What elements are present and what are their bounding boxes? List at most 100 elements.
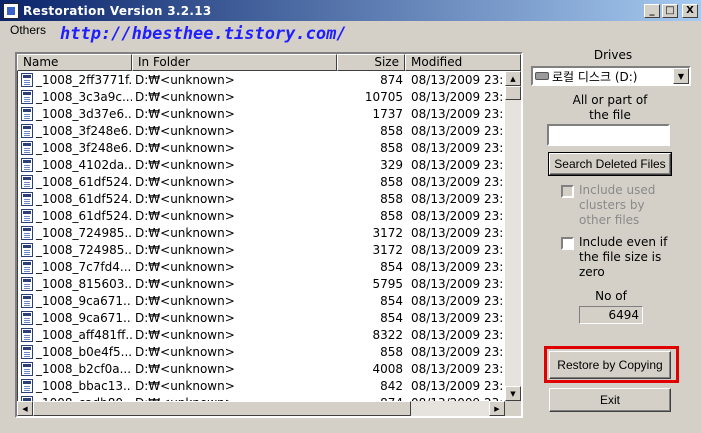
- file-icon: [21, 225, 33, 240]
- table-row[interactable]: _1008_cadb80...D:₩<unknown>87408/13/2009…: [17, 394, 504, 401]
- file-name-cell: _1008_3f248e6...: [17, 140, 132, 155]
- modified-cell: 08/13/2009 23:14: [411, 106, 504, 121]
- table-row[interactable]: _1008_7c7fd4... D:₩<unknown> 854 08/13/2009…: [17, 258, 504, 275]
- file-count-label: No of: [595, 289, 627, 303]
- file-name-cell: _1008_3d37e6...: [17, 106, 132, 121]
- table-row[interactable]: _1008_aff481ff... D:₩<unknown> 8322 08/13/2…: [17, 326, 504, 343]
- list-rows: _1008_2ff3771f... D:₩<unknown> 874 08/13/20…: [17, 71, 504, 401]
- file-name: _1008_4102da...: [36, 157, 132, 172]
- file-name-cell: _1008_7c7fd4...: [17, 259, 132, 274]
- vertical-scroll-thumb[interactable]: [505, 86, 521, 100]
- size-cell: 854: [380, 293, 403, 308]
- folder-cell: D:₩<unknown>: [135, 174, 235, 189]
- include-used-clusters-checkbox[interactable]: [561, 185, 574, 198]
- table-row[interactable]: _1008_2ff3771f... D:₩<unknown> 874 08/13/20…: [17, 71, 504, 88]
- modified-cell: 08/13/2009 23:14: [411, 225, 504, 240]
- file-icon: [21, 208, 33, 223]
- table-row[interactable]: _1008_61df524... D:₩<unknown> 858 08/13/200…: [17, 173, 504, 190]
- horizontal-scroll-thumb[interactable]: [33, 401, 411, 416]
- file-name: _1008_b0e4f5...: [36, 344, 132, 359]
- modified-cell: 08/13/2009 23:14: [411, 327, 504, 342]
- table-row[interactable]: _1008_724985... D:₩<unknown> 3172 08/13/200…: [17, 224, 504, 241]
- scroll-up-icon[interactable]: ▲: [505, 71, 521, 86]
- size-cell: 858: [380, 140, 403, 155]
- file-count-value: 6494: [579, 306, 643, 324]
- deleted-files-list[interactable]: Name In Folder Size Modified _1008_2ff37…: [15, 52, 523, 418]
- file-icon: [21, 157, 33, 172]
- table-row[interactable]: _1008_b0e4f5... D:₩<unknown> 858 08/13/2009…: [17, 343, 504, 360]
- file-name-cell: _1008_b0e4f5...: [17, 344, 132, 359]
- scroll-corner: [505, 401, 521, 416]
- folder-cell: D:₩<unknown>: [135, 259, 235, 274]
- folder-cell: D:₩<unknown>: [135, 89, 235, 104]
- size-cell: 329: [380, 157, 403, 172]
- folder-cell: D:₩<unknown>: [135, 191, 235, 206]
- table-row[interactable]: _1008_3f248e6... D:₩<unknown> 858 08/13/200…: [17, 139, 504, 156]
- scroll-left-icon[interactable]: ◀: [17, 401, 33, 416]
- watermark-url: http://hbesthee.tistory.com/: [60, 24, 347, 44]
- file-name: _1008_aff481ff...: [36, 327, 132, 342]
- table-row[interactable]: _1008_9ca671... D:₩<unknown> 854 08/13/2009…: [17, 292, 504, 309]
- exit-button[interactable]: Exit: [549, 388, 671, 412]
- folder-cell: D:₩<unknown>: [135, 344, 235, 359]
- search-label-line1: All or part of: [572, 93, 648, 107]
- menu-others[interactable]: Others: [10, 23, 46, 37]
- column-header-size[interactable]: Size: [337, 54, 405, 71]
- include-used-label-2: clusters by: [579, 198, 645, 212]
- file-icon: [21, 378, 33, 393]
- table-row[interactable]: _1008_61df524... D:₩<unknown> 858 08/13/200…: [17, 207, 504, 224]
- horizontal-scrollbar[interactable]: ◀ ▶: [17, 401, 505, 416]
- table-row[interactable]: _1008_9ca671... D:₩<unknown> 854 08/13/2009…: [17, 309, 504, 326]
- include-zero-size-checkbox[interactable]: [561, 237, 574, 250]
- file-name: _1008_3f248e6...: [36, 123, 132, 138]
- maximize-button[interactable]: □: [662, 3, 678, 18]
- file-name: _1008_9ca671...: [36, 293, 132, 308]
- table-row[interactable]: _1008_3d37e6... D:₩<unknown> 1737 08/13/200…: [17, 105, 504, 122]
- minimize-button[interactable]: _: [644, 3, 660, 18]
- column-header-name[interactable]: Name: [17, 54, 132, 71]
- table-row[interactable]: _1008_4102da... D:₩<unknown> 329 08/13/2009…: [17, 156, 504, 173]
- file-name-cell: _1008_3c3a9c...: [17, 89, 132, 104]
- table-row[interactable]: _1008_bbac13... D:₩<unknown> 842 08/13/2009…: [17, 377, 504, 394]
- search-deleted-files-button[interactable]: Search Deleted Files: [548, 152, 672, 176]
- size-cell: 3172: [372, 225, 403, 240]
- drive-select[interactable]: 로컬 디스크 (D:) ▼: [531, 66, 691, 86]
- chevron-down-icon[interactable]: ▼: [673, 68, 689, 84]
- file-name-cell: _1008_61df524...: [17, 174, 132, 189]
- size-cell: 4008: [372, 361, 403, 376]
- filename-search-input[interactable]: [547, 124, 670, 146]
- table-row[interactable]: _1008_724985... D:₩<unknown> 3172 08/13/200…: [17, 241, 504, 258]
- table-row[interactable]: _1008_815603... D:₩<unknown> 5795 08/13/200…: [17, 275, 504, 292]
- table-row[interactable]: _1008_61df524... D:₩<unknown> 858 08/13/200…: [17, 190, 504, 207]
- file-name-cell: _1008_9ca671...: [17, 310, 132, 325]
- vertical-scrollbar[interactable]: ▲ ▼: [505, 71, 521, 401]
- file-icon: [21, 191, 33, 206]
- table-row[interactable]: _1008_3c3a9c... D:₩<unknown> 10705 08/13/20…: [17, 88, 504, 105]
- close-button[interactable]: X: [682, 3, 698, 18]
- file-name-cell: _1008_4102da...: [17, 157, 132, 172]
- scroll-down-icon[interactable]: ▼: [505, 386, 521, 401]
- file-name-cell: _1008_aff481ff...: [17, 327, 132, 342]
- file-name-cell: _1008_9ca671...: [17, 293, 132, 308]
- include-zero-label-3: zero: [579, 265, 605, 279]
- file-icon: [21, 276, 33, 291]
- size-cell: 8322: [372, 327, 403, 342]
- modified-cell: 08/13/2009 23:14: [411, 89, 504, 104]
- folder-cell: D:₩<unknown>: [135, 208, 235, 223]
- modified-cell: 08/13/2009 23:14: [411, 72, 504, 87]
- file-name: _1008_bbac13...: [36, 378, 132, 393]
- modified-cell: 08/13/2009 23:14: [411, 259, 504, 274]
- table-row[interactable]: _1008_b2cf0a... D:₩<unknown> 4008 08/13/200…: [17, 360, 504, 377]
- file-name: _1008_2ff3771f...: [36, 72, 132, 87]
- table-row[interactable]: _1008_3f248e6... D:₩<unknown> 858 08/13/200…: [17, 122, 504, 139]
- scroll-right-icon[interactable]: ▶: [489, 401, 505, 416]
- column-header-folder[interactable]: In Folder: [132, 54, 337, 71]
- folder-cell: D:₩<unknown>: [135, 140, 235, 155]
- file-icon: [21, 310, 33, 325]
- size-cell: 10705: [364, 89, 403, 104]
- include-used-clusters-option: Include used clusters by other files: [561, 183, 655, 228]
- folder-cell: D:₩<unknown>: [135, 242, 235, 257]
- column-header-modified[interactable]: Modified: [405, 54, 521, 71]
- file-name: _1008_3c3a9c...: [36, 89, 132, 104]
- folder-cell: D:₩<unknown>: [135, 276, 235, 291]
